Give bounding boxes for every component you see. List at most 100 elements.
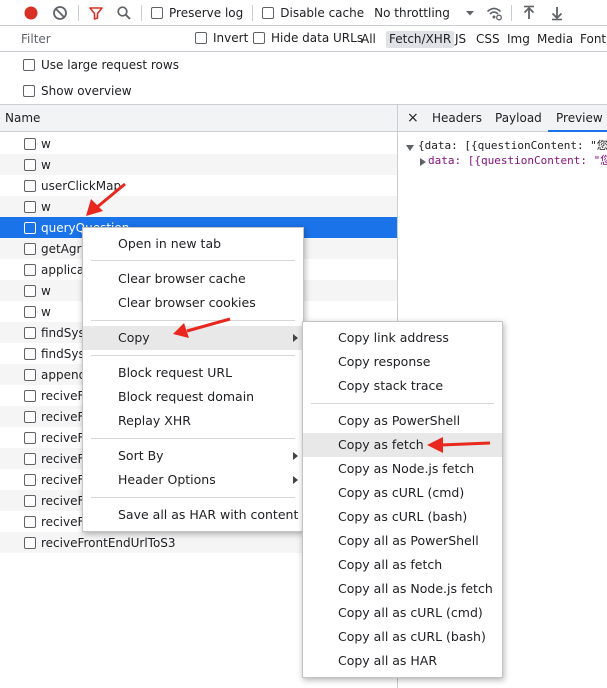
row-checkbox[interactable] — [24, 536, 36, 549]
filter-type-img[interactable]: Img — [504, 31, 533, 48]
submenu-item-label: Copy as cURL (cmd) — [338, 485, 465, 500]
disable-cache-checkbox[interactable] — [262, 6, 275, 19]
name-column-header[interactable]: Name — [0, 105, 397, 132]
invert-checkbox[interactable] — [195, 32, 207, 44]
menu-sort-by-label: Sort By — [118, 448, 164, 463]
menu-copy-label: Copy — [118, 330, 150, 345]
export-har-icon[interactable] — [549, 5, 565, 21]
filter-type-media[interactable]: Media — [534, 31, 576, 48]
import-har-icon[interactable] — [521, 5, 537, 21]
menu-sort-by[interactable]: Sort By — [83, 444, 303, 468]
submenu-item[interactable]: Copy as cURL (cmd) — [303, 481, 502, 505]
row-checkbox[interactable] — [24, 284, 36, 297]
filter-type-css[interactable]: CSS — [473, 31, 503, 48]
menu-open-new-tab[interactable]: Open in new tab — [83, 232, 303, 256]
submenu-item-label: Copy all as Node.js fetch — [338, 581, 493, 596]
row-checkbox[interactable] — [24, 515, 36, 528]
large-rows-checkbox[interactable] — [23, 59, 35, 71]
table-row[interactable]: w — [0, 196, 397, 217]
menu-separator — [91, 438, 295, 439]
toolbar-divider — [252, 4, 254, 21]
submenu-item[interactable]: Copy all as cURL (bash) — [303, 625, 502, 649]
row-checkbox[interactable] — [24, 347, 36, 360]
menu-separator — [91, 260, 295, 261]
filter-type-js[interactable]: JS — [452, 31, 469, 48]
filter-type-font[interactable]: Font — [577, 31, 607, 48]
row-checkbox[interactable] — [24, 431, 36, 444]
tab-headers[interactable]: Headers — [432, 105, 482, 132]
table-row[interactable]: userClickMap — [0, 175, 397, 196]
row-checkbox[interactable] — [24, 305, 36, 318]
expand-triangle-icon[interactable] — [406, 141, 414, 155]
menu-copy[interactable]: Copy — [83, 326, 303, 350]
throttling-select[interactable]: No throttling — [374, 6, 450, 20]
toolbar-divider — [141, 4, 142, 21]
filter-type-all[interactable]: All — [358, 31, 379, 48]
hide-data-urls-checkbox[interactable] — [253, 32, 265, 44]
show-overview-label: Show overview — [41, 84, 132, 98]
network-toolbar: Preserve log Disable cache No throttling — [0, 0, 607, 26]
row-checkbox[interactable] — [24, 137, 36, 150]
row-checkbox[interactable] — [24, 263, 36, 276]
submenu-item[interactable]: Copy stack trace — [303, 374, 502, 398]
hide-data-urls-label: Hide data URLs — [271, 31, 364, 45]
row-checkbox[interactable] — [24, 158, 36, 171]
large-rows-option: Use large request rows — [0, 52, 607, 78]
submenu-item[interactable]: Copy as fetch — [303, 433, 502, 457]
table-row[interactable]: w — [0, 133, 397, 154]
row-checkbox[interactable] — [24, 326, 36, 339]
row-checkbox[interactable] — [24, 179, 36, 192]
menu-header-options[interactable]: Header Options — [83, 468, 303, 492]
network-conditions-icon[interactable] — [486, 5, 502, 21]
row-checkbox[interactable] — [24, 473, 36, 486]
disable-cache-label: Disable cache — [280, 5, 365, 20]
submenu-item[interactable]: Copy link address — [303, 326, 502, 350]
submenu-item[interactable]: Copy response — [303, 350, 502, 374]
submenu-item[interactable]: Copy all as HAR — [303, 649, 502, 673]
menu-block-url[interactable]: Block request URL — [83, 361, 303, 385]
preview-line-root[interactable]: {data: [{questionContent: "您 — [418, 137, 607, 153]
row-checkbox[interactable] — [24, 494, 36, 507]
table-row[interactable]: w — [0, 154, 397, 175]
row-checkbox[interactable] — [24, 368, 36, 381]
close-icon[interactable]: × — [407, 105, 419, 132]
filter-icon[interactable] — [88, 5, 104, 21]
row-checkbox[interactable] — [24, 242, 36, 255]
collapsed-triangle-icon[interactable] — [419, 155, 427, 169]
tab-payload[interactable]: Payload — [495, 105, 542, 132]
filter-type-fetch-xhr[interactable]: Fetch/XHR — [386, 31, 455, 48]
menu-clear-cookies[interactable]: Clear browser cookies — [83, 291, 303, 315]
submenu-item[interactable]: Copy as cURL (bash) — [303, 505, 502, 529]
row-checkbox[interactable] — [24, 410, 36, 423]
filter-bar: Invert Hide data URLs All Fetch/XHR JS C… — [0, 26, 607, 52]
submenu-item[interactable]: Copy all as Node.js fetch — [303, 577, 502, 601]
preview-line-data[interactable]: data: [{questionContent: "您 — [428, 152, 607, 168]
details-tabs: × Headers Payload Preview — [398, 105, 607, 132]
show-overview-checkbox[interactable] — [23, 85, 35, 97]
row-checkbox[interactable] — [24, 452, 36, 465]
menu-save-har[interactable]: Save all as HAR with content — [83, 503, 303, 527]
row-checkbox[interactable] — [24, 389, 36, 402]
filter-input[interactable] — [17, 29, 183, 49]
chevron-down-icon[interactable] — [462, 5, 478, 21]
clear-icon[interactable] — [52, 5, 68, 21]
submenu-item[interactable]: Copy as Node.js fetch — [303, 457, 502, 481]
submenu-item[interactable]: Copy all as cURL (cmd) — [303, 601, 502, 625]
search-icon[interactable] — [116, 5, 132, 21]
row-checkbox[interactable] — [24, 200, 36, 213]
menu-clear-cache[interactable]: Clear browser cache — [83, 267, 303, 291]
menu-replay-xhr[interactable]: Replay XHR — [83, 409, 303, 433]
menu-block-domain-label: Block request domain — [118, 389, 255, 404]
submenu-item[interactable]: Copy as PowerShell — [303, 409, 502, 433]
menu-save-har-label: Save all as HAR with content — [118, 507, 299, 522]
submenu-item[interactable]: Copy all as PowerShell — [303, 529, 502, 553]
row-checkbox[interactable] — [24, 221, 36, 234]
submenu-item-label: Copy all as cURL (bash) — [338, 629, 486, 644]
submenu-item[interactable]: Copy all as fetch — [303, 553, 502, 577]
request-name: userClickMap — [41, 178, 122, 193]
submenu-item-label: Copy all as cURL (cmd) — [338, 605, 483, 620]
menu-block-domain[interactable]: Block request domain — [83, 385, 303, 409]
record-icon[interactable] — [23, 5, 39, 21]
preserve-log-checkbox[interactable] — [151, 6, 163, 19]
tab-preview[interactable]: Preview — [548, 105, 607, 132]
